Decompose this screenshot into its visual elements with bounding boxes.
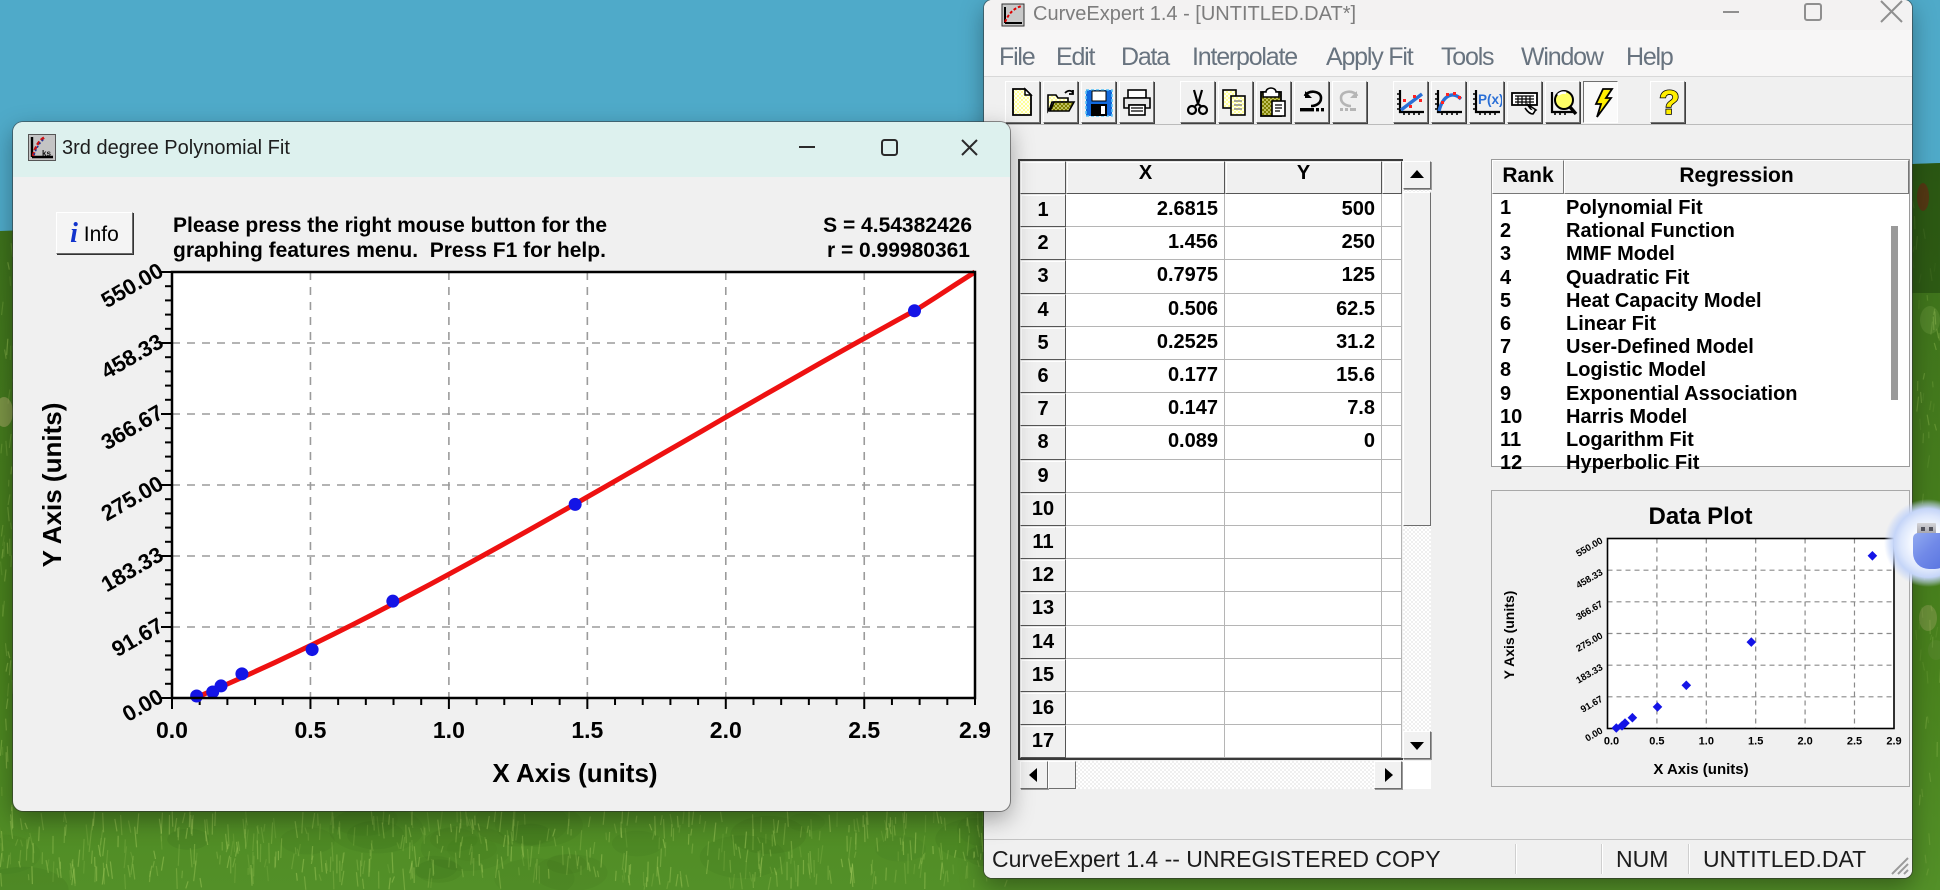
svg-text:458.33: 458.33 [1574,567,1605,591]
svg-text:2.0: 2.0 [710,717,742,743]
svg-text:P(x): P(x) [1478,92,1502,107]
svg-text:X Axis (units): X Axis (units) [1653,761,1748,778]
svg-text:1.5: 1.5 [571,717,603,743]
svg-text:91.67: 91.67 [1579,694,1605,715]
svg-text:0.5: 0.5 [294,717,326,743]
svg-text:0.5: 0.5 [1649,736,1664,748]
svg-text:183.33: 183.33 [1574,662,1605,686]
svg-text:275.00: 275.00 [97,471,168,526]
svg-text:366.67: 366.67 [1574,599,1605,623]
svg-text:X Axis (units): X Axis (units) [492,758,657,788]
svg-text:0.00: 0.00 [1583,726,1605,745]
svg-text:0.0: 0.0 [1604,736,1619,748]
svg-text:2.9: 2.9 [1886,736,1901,748]
svg-text:550.00: 550.00 [97,258,168,313]
svg-text:2.5: 2.5 [1847,736,1862,748]
svg-text:1.0: 1.0 [433,717,465,743]
svg-text:Y Axis (units): Y Axis (units) [37,403,67,568]
svg-text:Y Axis (units): Y Axis (units) [1501,591,1517,680]
svg-text:366.67: 366.67 [97,400,168,455]
svg-text:1.5: 1.5 [1748,736,1763,748]
svg-text:91.67: 91.67 [107,613,167,662]
svg-text:183.33: 183.33 [97,542,168,597]
svg-text:1.0: 1.0 [1699,736,1714,748]
svg-text:0.0: 0.0 [156,717,188,743]
svg-text:275.00: 275.00 [1574,631,1605,655]
svg-text:458.33: 458.33 [97,329,168,384]
svg-text:2.0: 2.0 [1797,736,1812,748]
svg-text:550.00: 550.00 [1574,536,1605,560]
svg-text:?: ? [1659,87,1680,118]
svg-text:2.9: 2.9 [959,717,991,743]
svg-text:2.5: 2.5 [848,717,880,743]
